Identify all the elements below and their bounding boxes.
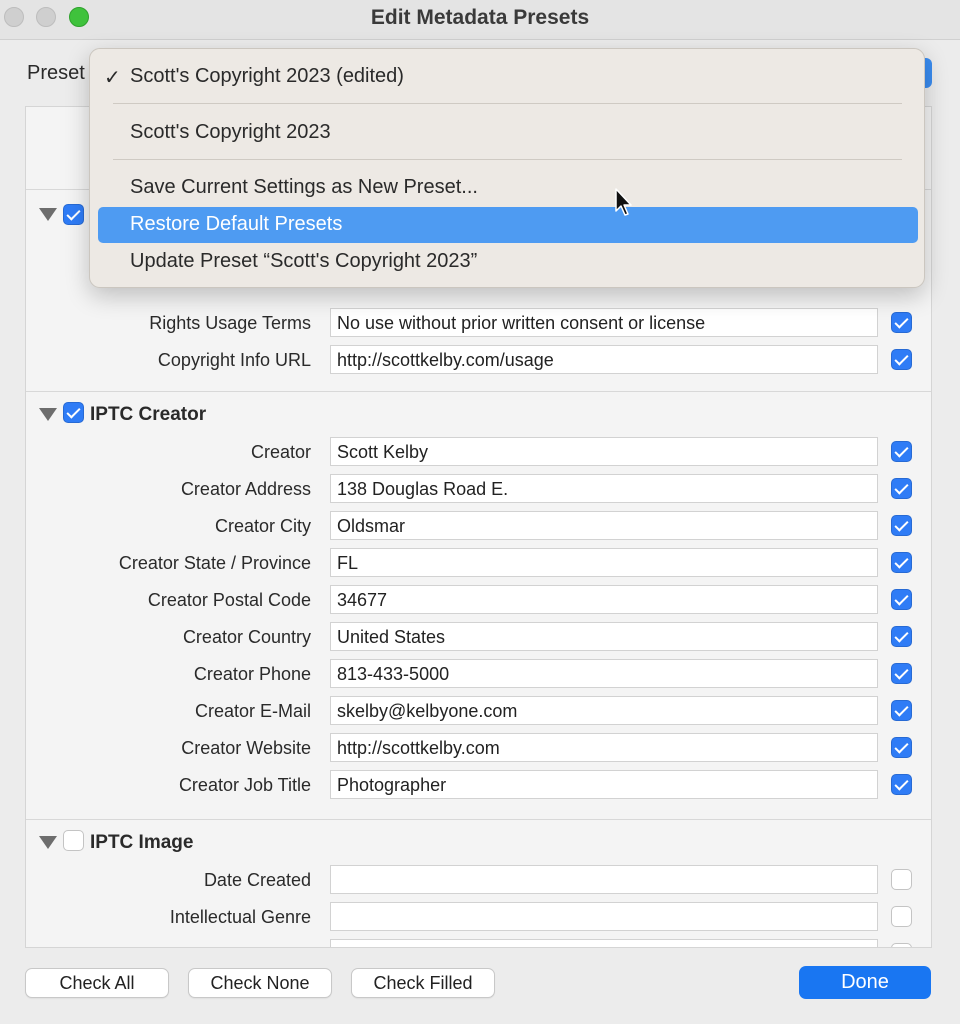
row-copyright-info-url: Copyright Info URL http://scottkelby.com…: [26, 345, 931, 375]
menu-item-saved-preset[interactable]: Scott's Copyright 2023: [98, 115, 918, 151]
row-creator-address: Creator Address 138 Douglas Road E.: [26, 474, 931, 504]
field-label: Copyright Info URL: [157, 350, 311, 370]
row-partially-visible: [26, 939, 931, 947]
preset-dropdown-menu: ✓ Scott's Copyright 2023 (edited) Scott'…: [89, 48, 925, 288]
menu-item-current-preset[interactable]: ✓ Scott's Copyright 2023 (edited): [98, 59, 918, 95]
field-label: Creator Job Title: [178, 775, 311, 795]
creator-phone-checkbox[interactable]: [891, 663, 912, 684]
copyright-info-url-field[interactable]: http://scottkelby.com/usage: [330, 345, 878, 374]
creator-phone-field[interactable]: 813-433-5000: [330, 659, 878, 688]
row-creator-country: Creator Country United States: [26, 622, 931, 652]
iptc-creator-header[interactable]: IPTC Creator: [26, 400, 931, 430]
row-creator-website: Creator Website http://scottkelby.com: [26, 733, 931, 763]
row-creator-phone: Creator Phone 813-433-5000: [26, 659, 931, 689]
done-button[interactable]: Done: [799, 966, 931, 999]
row-creator-city: Creator City Oldsmar: [26, 511, 931, 541]
creator-postal-code-checkbox[interactable]: [891, 589, 912, 610]
field-label: Date Created: [203, 870, 311, 890]
copyright-info-url-checkbox[interactable]: [891, 349, 912, 370]
check-none-button[interactable]: Check None: [188, 968, 332, 998]
copyright-section-checkbox[interactable]: [63, 204, 84, 225]
rights-usage-terms-field[interactable]: No use without prior written consent or …: [330, 308, 878, 337]
creator-state-field[interactable]: FL: [330, 548, 878, 577]
section-title: IPTC Image: [90, 832, 194, 853]
mouse-pointer-icon: [615, 188, 632, 216]
field-label: Creator State / Province: [118, 553, 311, 573]
iptc-image-header[interactable]: IPTC Image: [26, 828, 931, 858]
menu-item-restore-defaults[interactable]: Restore Default Presets: [98, 207, 918, 243]
creator-website-field[interactable]: http://scottkelby.com: [330, 733, 878, 762]
field-label: Creator Address: [180, 479, 311, 499]
creator-address-field[interactable]: 138 Douglas Road E.: [330, 474, 878, 503]
intellectual-genre-field[interactable]: [330, 902, 878, 931]
date-created-checkbox[interactable]: [891, 869, 912, 890]
title-bar: Edit Metadata Presets: [0, 0, 960, 40]
menu-item-label: Scott's Copyright 2023: [130, 121, 331, 143]
creator-job-title-field[interactable]: Photographer: [330, 770, 878, 799]
creator-job-title-checkbox[interactable]: [891, 774, 912, 795]
menu-separator: [113, 103, 902, 104]
menu-item-label: Scott's Copyright 2023 (edited): [130, 65, 404, 87]
window-title: Edit Metadata Presets: [370, 6, 590, 29]
row-creator-email: Creator E-Mail skelby@kelbyone.com: [26, 696, 931, 726]
intellectual-genre-checkbox[interactable]: [891, 906, 912, 927]
check-all-button[interactable]: Check All: [25, 968, 169, 998]
partially-visible-checkbox[interactable]: [891, 943, 912, 947]
creator-state-checkbox[interactable]: [891, 552, 912, 573]
creator-city-checkbox[interactable]: [891, 515, 912, 536]
preset-label: Preset: [27, 62, 85, 84]
row-creator-state: Creator State / Province FL: [26, 548, 931, 578]
field-label: Creator E-Mail: [194, 701, 311, 721]
field-label: Creator City: [214, 516, 311, 536]
creator-postal-code-field[interactable]: 34677: [330, 585, 878, 614]
creator-country-field[interactable]: United States: [330, 622, 878, 651]
date-created-field[interactable]: [330, 865, 878, 894]
creator-address-checkbox[interactable]: [891, 478, 912, 499]
creator-email-checkbox[interactable]: [891, 700, 912, 721]
iptc-image-checkbox[interactable]: [63, 830, 84, 851]
check-filled-button[interactable]: Check Filled: [351, 968, 495, 998]
creator-email-field[interactable]: skelby@kelbyone.com: [330, 696, 878, 725]
section-title: IPTC Creator: [90, 404, 207, 425]
row-intellectual-genre: Intellectual Genre: [26, 902, 931, 932]
iptc-creator-checkbox[interactable]: [63, 402, 84, 423]
disclosure-triangle-icon[interactable]: [39, 408, 57, 421]
field-label: Creator Country: [182, 627, 311, 647]
row-rights-usage-terms: Rights Usage Terms No use without prior …: [26, 308, 931, 338]
creator-website-checkbox[interactable]: [891, 737, 912, 758]
row-creator-job-title: Creator Job Title Photographer: [26, 770, 931, 800]
field-label: Intellectual Genre: [169, 907, 311, 927]
field-label: Creator Website: [181, 738, 311, 758]
menu-item-label: Save Current Settings as New Preset...: [130, 176, 478, 198]
menu-item-save-new-preset[interactable]: Save Current Settings as New Preset...: [98, 170, 918, 206]
rights-usage-terms-checkbox[interactable]: [891, 312, 912, 333]
checkmark-icon: ✓: [104, 67, 121, 89]
menu-item-label: Update Preset “Scott's Copyright 2023”: [130, 250, 478, 272]
partially-visible-field[interactable]: [330, 939, 878, 947]
menu-item-label: Restore Default Presets: [130, 213, 343, 235]
field-label: Rights Usage Terms: [149, 313, 311, 333]
disclosure-triangle-icon[interactable]: [39, 208, 57, 221]
row-date-created: Date Created: [26, 865, 931, 895]
menu-item-update-preset[interactable]: Update Preset “Scott's Copyright 2023”: [98, 244, 918, 280]
row-creator-postal-code: Creator Postal Code 34677: [26, 585, 931, 615]
creator-country-checkbox[interactable]: [891, 626, 912, 647]
row-creator: Creator Scott Kelby: [26, 437, 931, 467]
field-label: Creator Postal Code: [147, 590, 311, 610]
disclosure-triangle-icon[interactable]: [39, 836, 57, 849]
creator-city-field[interactable]: Oldsmar: [330, 511, 878, 540]
iptc-image-section: IPTC Image Date Created Intellectual Gen…: [26, 819, 931, 947]
field-label: Creator Phone: [193, 664, 311, 684]
iptc-creator-section: IPTC Creator Creator Scott Kelby Creator…: [26, 391, 931, 819]
creator-field[interactable]: Scott Kelby: [330, 437, 878, 466]
menu-separator: [113, 159, 902, 160]
field-label: Creator: [250, 442, 311, 462]
creator-checkbox[interactable]: [891, 441, 912, 462]
